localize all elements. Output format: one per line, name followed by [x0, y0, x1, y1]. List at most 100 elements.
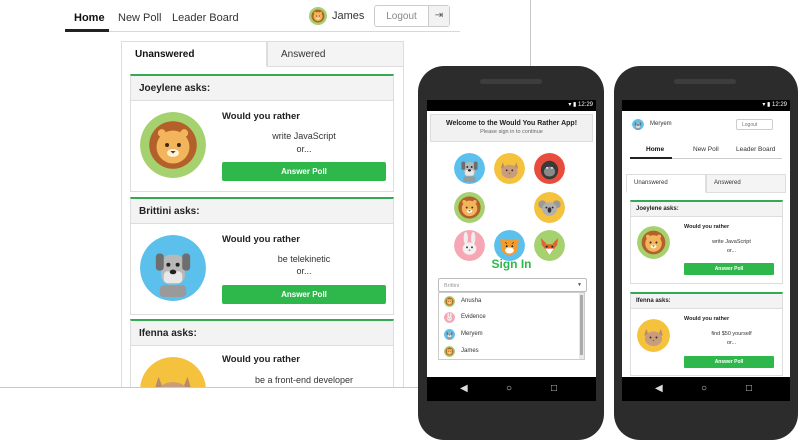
nav-leader-board[interactable]: Leader Board: [172, 12, 239, 24]
poll-card-option: be telekinetic: [277, 254, 331, 264]
phone-screen: ▾ ▮ 12:29 Meryem Logout Home New Poll Le…: [622, 100, 790, 401]
poll-card: Ifenna asks: Would you rather find $50 y…: [630, 292, 783, 376]
poll-card-prompt: Would you rather: [222, 111, 300, 122]
recents-icon[interactable]: □: [551, 384, 557, 394]
status-bar: ▾ ▮ 12:29: [427, 100, 596, 111]
logout-button[interactable]: Logout ⇥: [374, 5, 450, 27]
poll-card-asker: Ifenna asks:: [631, 294, 782, 309]
nav-home[interactable]: Home: [74, 12, 105, 24]
user-option-label: Evidence: [461, 314, 486, 320]
phone-home: ▾ ▮ 12:29 Meryem Logout Home New Poll Le…: [614, 66, 798, 440]
dropdown-scrollbar[interactable]: [579, 293, 584, 359]
sign-out-icon: ⇥: [428, 6, 449, 26]
poll-card-or: or...: [296, 144, 312, 154]
poll-card-asker: Ifenna asks:: [131, 321, 393, 346]
tab-answered[interactable]: Answered: [706, 174, 786, 193]
dog-avatar-icon: [444, 329, 455, 340]
answer-poll-button[interactable]: Answer Poll: [684, 263, 774, 275]
user-select[interactable]: Brittini ▼: [438, 278, 587, 292]
user-option[interactable]: Meryem: [439, 326, 579, 343]
answer-poll-button[interactable]: Answer Poll: [684, 356, 774, 368]
phone-screen: ▾ ▮ 12:29 Welcome to the Would You Rathe…: [427, 100, 596, 401]
poll-card-option: be a front-end developer: [254, 375, 354, 385]
lion-avatar-icon: [140, 112, 206, 178]
answer-poll-button[interactable]: Answer Poll: [222, 285, 386, 304]
nav-home-underline: [630, 157, 672, 159]
sign-in-heading: Sign In: [491, 257, 532, 271]
lion-avatar-icon: [444, 346, 455, 357]
back-icon[interactable]: ◀: [655, 384, 663, 394]
lion-avatar-icon: [309, 7, 327, 25]
lion-avatar-icon: [454, 192, 485, 223]
user-option[interactable]: Anusha: [439, 293, 579, 310]
nav-home-underline: [65, 29, 109, 32]
tab-answered-label: Answered: [714, 180, 741, 186]
android-nav-bar: ◀ ○ □: [622, 377, 790, 401]
phone-speaker: [674, 79, 736, 84]
nav-home[interactable]: Home: [646, 146, 664, 153]
tab-answered[interactable]: Answered: [267, 41, 404, 67]
tab-unanswered-label: Unanswered: [634, 180, 668, 186]
poll-card-option: write JavaScript: [272, 131, 336, 141]
nav-new-poll[interactable]: New Poll: [118, 12, 161, 24]
current-user: James: [309, 6, 364, 26]
poll-card: Joeylene asks: Would you rather write Ja…: [630, 200, 783, 284]
dog-avatar-icon: [140, 235, 206, 301]
logout-label: Logout: [742, 122, 758, 128]
user-option[interactable]: James: [439, 343, 579, 360]
poll-tabs: Unanswered Answered: [121, 41, 404, 67]
current-user-name: James: [332, 10, 365, 22]
rabbit-avatar-icon: [444, 312, 455, 323]
phone-speaker: [480, 79, 542, 84]
poll-card-or: or...: [296, 266, 312, 276]
welcome-title: Welcome to the Would You Rather App!: [445, 120, 578, 127]
gorilla-avatar-icon: [534, 153, 565, 184]
poll-card: Ifenna asks: Would you rather be a front…: [130, 319, 394, 387]
poll-card-asker: Joeylene asks:: [631, 202, 782, 217]
cat-avatar-icon: [494, 153, 525, 184]
poll-card-prompt: Would you rather: [684, 316, 730, 322]
poll-card-or: or...: [726, 340, 737, 346]
tab-unanswered[interactable]: Unanswered: [626, 174, 706, 193]
answer-poll-button[interactable]: Answer Poll: [222, 162, 386, 181]
android-nav-bar: ◀ ○ □: [427, 377, 596, 401]
status-time: 12:29: [577, 102, 593, 108]
logout-label: Logout: [386, 11, 417, 22]
poll-card-option: write JavaScript: [712, 239, 751, 245]
phone-signin: ▾ ▮ 12:29 Welcome to the Would You Rathe…: [418, 66, 604, 440]
poll-card-option: find $50 yourself: [711, 331, 752, 337]
lion-avatar-icon: [444, 296, 455, 307]
user-option[interactable]: Evidence: [439, 309, 579, 326]
home-circle-icon[interactable]: ○: [701, 384, 707, 394]
tab-unanswered-label: Unanswered: [135, 49, 195, 60]
home-circle-icon[interactable]: ○: [506, 384, 512, 394]
poll-card-prompt: Would you rather: [222, 354, 300, 365]
logout-button[interactable]: Logout: [736, 119, 773, 130]
dog-avatar-icon: [632, 118, 644, 130]
chevron-down-icon: ▼: [577, 282, 582, 288]
welcome-subtitle: Please sign in to continue: [480, 129, 543, 135]
poll-card-or: or...: [726, 248, 737, 254]
dropdown-scrollbar-thumb[interactable]: [580, 295, 583, 355]
dog-avatar-icon: [454, 153, 485, 184]
back-icon[interactable]: ◀: [460, 384, 468, 394]
user-select-dropdown: Anusha Evidence Meryem James: [438, 292, 585, 360]
nav-leader-board[interactable]: Leader Board: [736, 146, 775, 153]
tab-unanswered[interactable]: Unanswered: [121, 41, 267, 67]
koala-avatar-icon: [534, 192, 565, 223]
poll-card-prompt: Would you rather: [684, 224, 730, 230]
nav-new-poll[interactable]: New Poll: [693, 146, 719, 153]
status-time: 12:29: [771, 102, 787, 108]
poll-card-prompt: Would you rather: [222, 234, 300, 245]
status-bar: ▾ ▮ 12:29: [622, 100, 790, 111]
user-option-label: James: [461, 348, 479, 354]
recents-icon[interactable]: □: [746, 384, 752, 394]
poll-card-asker: Joeylene asks:: [131, 76, 393, 101]
composite-stage: Home New Poll Leader Board James Logout …: [0, 0, 800, 441]
tab-answered-label: Answered: [281, 49, 326, 60]
poll-card: Brittini asks: Would you rather be telek…: [130, 197, 394, 315]
user-option-label: Anusha: [461, 298, 482, 304]
user-select-value: Brittini: [444, 283, 460, 289]
lion-avatar-icon: [637, 226, 670, 259]
user-option-label: Meryem: [461, 331, 483, 337]
